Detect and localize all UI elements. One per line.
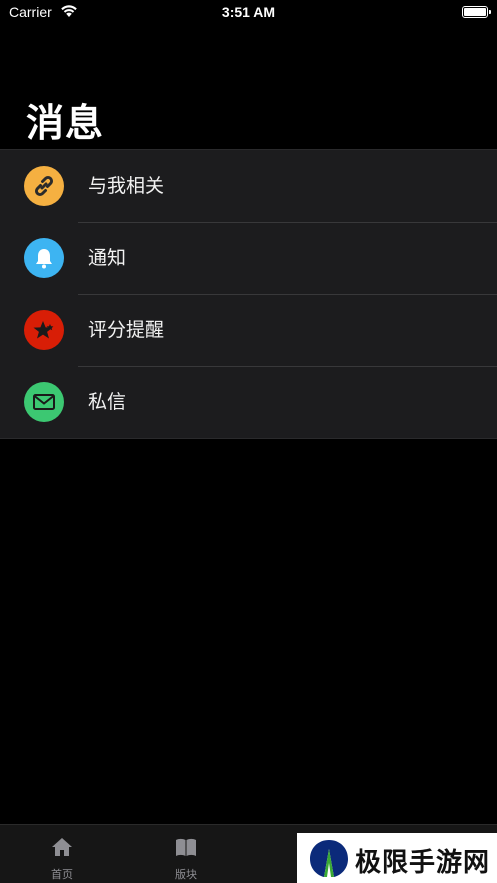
status-bar: Carrier 3:51 AM — [0, 0, 497, 26]
watermark-logo — [310, 840, 348, 877]
menu-item-private-message[interactable]: 私信 — [0, 366, 497, 438]
menu-item-notifications[interactable]: 通知 — [0, 222, 497, 294]
tab-sections-label: 版块 — [175, 868, 197, 881]
link-icon — [24, 166, 64, 206]
tab-home-label: 首页 — [51, 868, 73, 881]
book-icon — [176, 838, 196, 856]
watermark: 极限手游网 — [297, 833, 497, 883]
menu-item-label: 与我相关 — [88, 175, 165, 197]
bell-icon — [24, 238, 64, 278]
menu-item-label: 评分提醒 — [88, 319, 165, 341]
message-menu-list: 与我相关 通知 评分提醒 私信 — [0, 149, 497, 439]
clock: 3:51 AM — [221, 4, 276, 20]
menu-item-label: 私信 — [88, 391, 127, 413]
page-title: 消息 — [26, 101, 105, 145]
watermark-text: 极限手游网 — [355, 848, 491, 878]
menu-item-related[interactable]: 与我相关 — [0, 150, 497, 222]
menu-item-label: 通知 — [88, 247, 127, 269]
star-icon — [24, 310, 64, 350]
menu-item-rating-reminder[interactable]: 评分提醒 — [0, 294, 497, 366]
mail-icon — [24, 382, 64, 422]
battery-icon — [462, 6, 491, 18]
tab-sections[interactable]: 版块 — [146, 825, 226, 883]
home-icon — [52, 838, 72, 856]
tab-home[interactable]: 首页 — [22, 825, 102, 883]
